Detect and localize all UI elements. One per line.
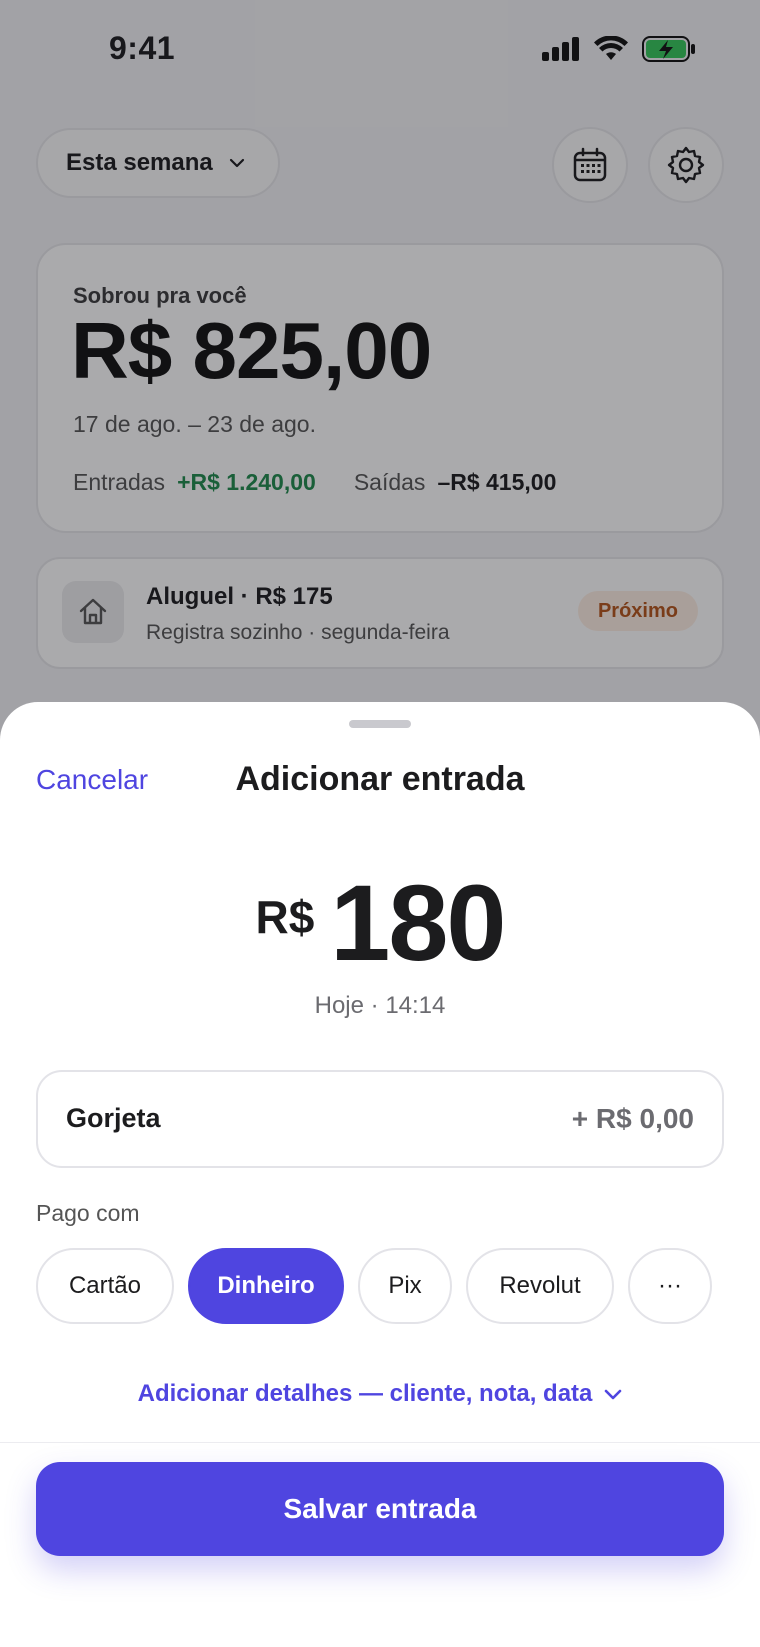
add-income-sheet: Adicionar entrada Cancelar R$ 180 Hoje · … bbox=[0, 702, 760, 1647]
payment-chip-dinheiro[interactable]: Dinheiro bbox=[188, 1248, 344, 1324]
sheet-grabber[interactable] bbox=[349, 720, 411, 728]
cancel-button[interactable]: Cancelar bbox=[36, 764, 148, 796]
add-details-label: Adicionar detalhes — cliente, nota, data bbox=[137, 1380, 593, 1407]
payment-chip-revolut[interactable]: Revolut bbox=[466, 1248, 614, 1324]
tip-field[interactable]: Gorjeta + R$ 0,00 bbox=[36, 1070, 724, 1168]
entry-timestamp[interactable]: Hoje · 14:14 bbox=[0, 992, 760, 1020]
save-button[interactable]: Salvar entrada bbox=[36, 1462, 724, 1556]
payment-method-chips: Cartão Dinheiro Pix Revolut ··· bbox=[36, 1248, 712, 1324]
amount-value: 180 bbox=[330, 862, 506, 983]
divider bbox=[0, 1442, 760, 1443]
more-options-button[interactable]: ··· bbox=[628, 1248, 712, 1324]
payment-chip-cartao[interactable]: Cartão bbox=[36, 1248, 174, 1324]
currency-symbol: R$ bbox=[255, 891, 315, 943]
chevron-down-icon bbox=[605, 1389, 622, 1399]
paid-with-label: Pago com bbox=[36, 1200, 140, 1226]
app-background: 9:41 Esta semana Sobrou pra você R$ 825,… bbox=[0, 0, 760, 1647]
payment-chip-pix[interactable]: Pix bbox=[358, 1248, 452, 1324]
tip-value: + R$ 0,00 bbox=[571, 1103, 694, 1134]
add-details-link[interactable]: Adicionar detalhes — cliente, nota, data bbox=[0, 1380, 760, 1408]
tip-label: Gorjeta bbox=[66, 1103, 161, 1133]
amount-display[interactable]: R$ 180 bbox=[0, 860, 760, 985]
